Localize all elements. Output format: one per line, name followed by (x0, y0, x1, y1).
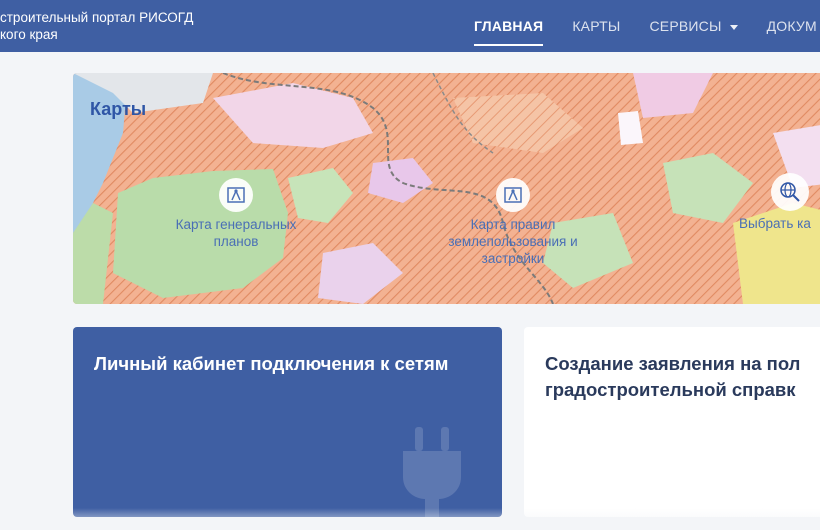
nav-maps[interactable]: КАРТЫ (572, 0, 620, 52)
certificate-title-line-2: градостроительной справк (545, 379, 796, 400)
brand-line-2: кого края (0, 27, 58, 42)
network-connection-account-card[interactable]: Личный кабинет подключения к сетям (73, 327, 502, 517)
certificate-title-line-1: Создание заявления на пол (545, 353, 801, 374)
chevron-down-icon (729, 24, 738, 30)
network-connection-account-title: Личный кабинет подключения к сетям (94, 353, 449, 374)
top-bar: строительный портал РИСОГД кого края ГЛА… (0, 0, 820, 52)
choose-map-label: Выбрать ка (739, 216, 811, 231)
plug-icon (403, 427, 461, 517)
nav-services-label: СЕРВИСЫ (649, 18, 722, 34)
map-pin-icon (496, 178, 530, 212)
general-plans-map-link[interactable]: Карта генеральных планов (161, 178, 311, 250)
bottom-fade (0, 508, 820, 530)
map-pin-icon (219, 178, 253, 212)
brand-line-1: строительный портал РИСОГД (0, 10, 194, 25)
nav-documents[interactable]: ДОКУМ (767, 0, 817, 52)
nav-home[interactable]: ГЛАВНАЯ (474, 0, 544, 52)
maps-banner: Карты Карта генеральных планов Карта пра… (73, 73, 820, 304)
maps-title: Карты (90, 99, 147, 119)
urban-planning-certificate-card[interactable]: Создание заявления на пол градостроитель… (524, 327, 820, 517)
nav-services[interactable]: СЕРВИСЫ (649, 0, 738, 52)
main-nav: ГЛАВНАЯ КАРТЫ СЕРВИСЫ ДОКУМ (474, 0, 820, 52)
general-plans-map-label: Карта генеральных планов (175, 217, 297, 249)
site-brand[interactable]: строительный портал РИСОГД кого края (0, 9, 193, 43)
urban-planning-certificate-title: Создание заявления на пол градостроитель… (545, 351, 800, 403)
zoning-rules-map-link[interactable]: Карта правил землепользования и застройк… (433, 178, 593, 267)
zoning-rules-map-label: Карта правил землепользования и застройк… (448, 217, 578, 266)
choose-map-link[interactable]: Выбрать ка (733, 173, 820, 232)
globe-search-icon (771, 173, 809, 211)
